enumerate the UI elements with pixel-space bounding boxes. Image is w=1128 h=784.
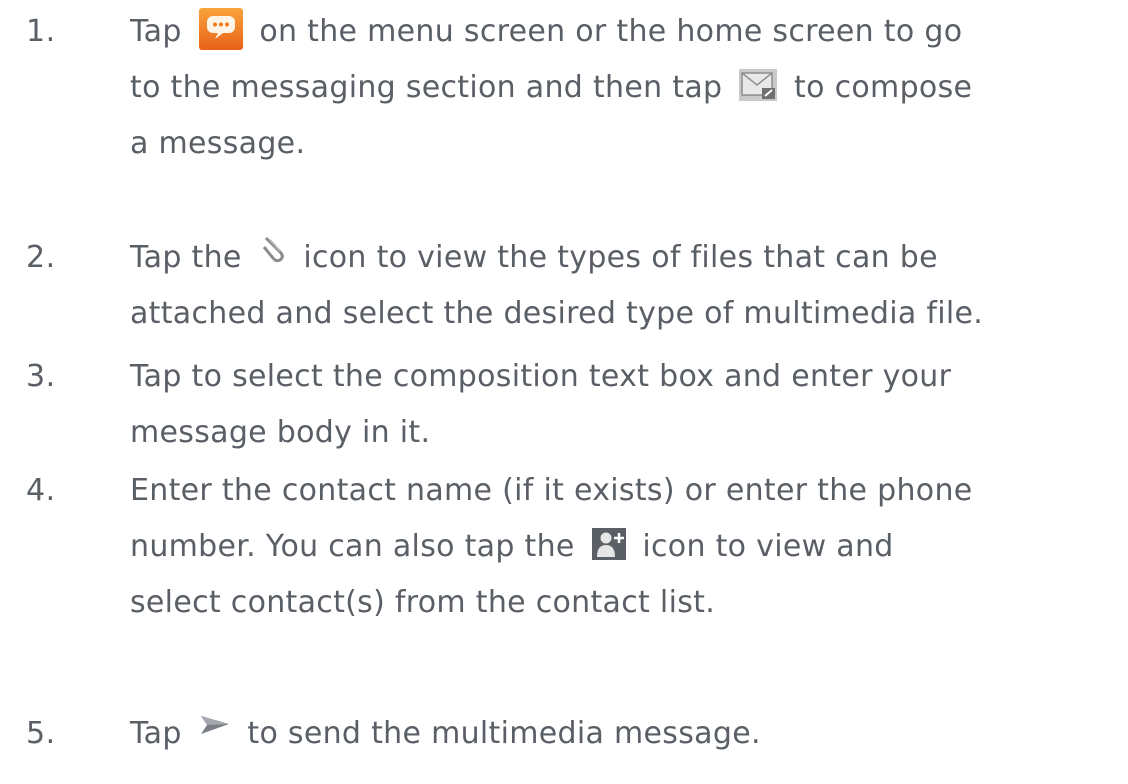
step-line: attached and select the desired type of …: [130, 286, 1110, 342]
step-text-segment: Tap the: [130, 240, 242, 275]
step-line: Tap to select the composition text box a…: [130, 349, 1110, 405]
step-text-segment: Enter the contact name (if it exists) or…: [130, 473, 973, 508]
step-number: 4.: [26, 473, 56, 508]
send-arrow-icon: [198, 712, 232, 738]
step-text: Tap the icon to view the types of files …: [130, 230, 1110, 342]
step-line: a message.: [130, 116, 1110, 172]
step-text-segment: select contact(s) from the contact list.: [130, 585, 716, 620]
step-text-segment: to the messaging section and then tap: [130, 70, 723, 105]
step-number: 3.: [26, 359, 56, 394]
step-line: message body in it.: [130, 405, 1110, 461]
step-text: Enter the contact name (if it exists) or…: [130, 463, 1110, 631]
instruction-page: 1. Tap on the menu screen or the home sc…: [0, 0, 1128, 784]
step-text-segment: on the menu screen or the home screen to…: [259, 14, 963, 49]
messaging-app-icon: [198, 7, 244, 51]
step-text: Tap to send the multimedia message.: [130, 706, 1110, 762]
step-text-segment: Tap: [130, 14, 182, 49]
step-number: 5.: [26, 716, 56, 751]
step-line: to the messaging section and then tap to…: [130, 60, 1110, 116]
step-text-segment: icon to view the types of files that can…: [303, 240, 938, 275]
step-text-segment: message body in it.: [130, 415, 431, 450]
step-line: Tap to send the multimedia message.: [130, 706, 1110, 762]
step-line: Tap on the menu screen or the home scree…: [130, 4, 1110, 60]
step-text-segment: to compose: [794, 70, 973, 105]
step-text-segment: a message.: [130, 126, 306, 161]
step-text: Tap to select the composition text box a…: [130, 349, 1110, 461]
step-number: 1.: [26, 14, 56, 49]
step-text-segment: Tap to select the composition text box a…: [130, 359, 952, 394]
step-line: number. You can also tap the icon to vie…: [130, 519, 1110, 575]
paperclip-attach-icon: [258, 234, 288, 264]
step-text-segment: attached and select the desired type of …: [130, 296, 984, 331]
step-line: Enter the contact name (if it exists) or…: [130, 463, 1110, 519]
step-number: 2.: [26, 240, 56, 275]
step-text-segment: to send the multimedia message.: [247, 716, 761, 751]
step-line: Tap the icon to view the types of files …: [130, 230, 1110, 286]
step-text-segment: icon to view and: [642, 529, 894, 564]
compose-message-icon: [738, 68, 778, 102]
step-text-segment: number. You can also tap the: [130, 529, 575, 564]
step-line: select contact(s) from the contact list.: [130, 575, 1110, 631]
add-contact-icon: [591, 527, 627, 561]
step-text: Tap on the menu screen or the home scree…: [130, 4, 1110, 172]
step-text-segment: Tap: [130, 716, 182, 751]
